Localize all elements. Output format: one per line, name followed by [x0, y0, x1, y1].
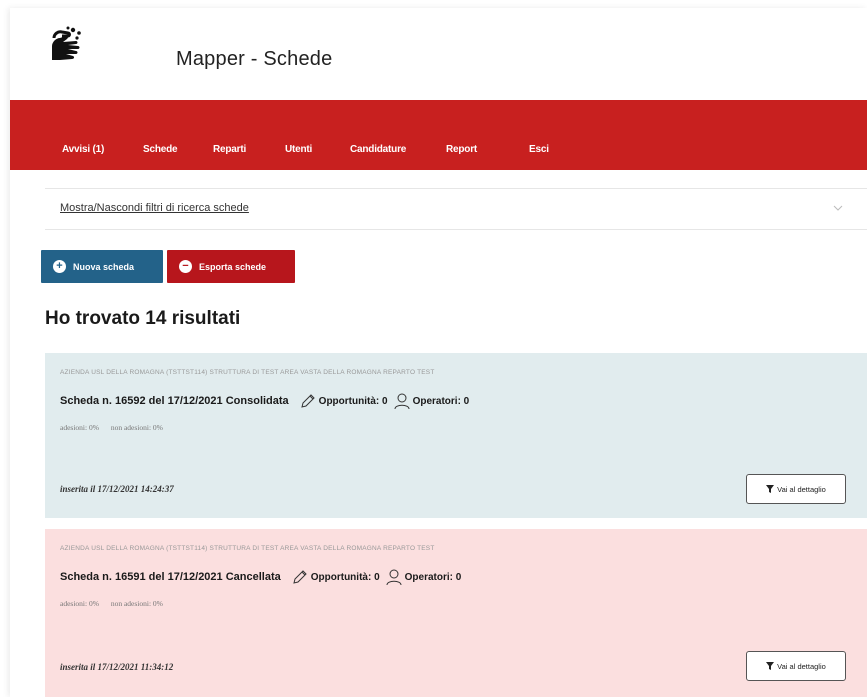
user-icon	[386, 569, 402, 586]
card-inserted-date: inserita il 17/12/2021 14:24:37	[60, 484, 174, 494]
filter-toggle-link[interactable]: Mostra/Nascondi filtri di ricerca schede	[60, 202, 249, 214]
detail-button-label: Vai al dettaglio	[777, 484, 826, 494]
card-inserted-date: inserita il 17/12/2021 11:34:12	[60, 662, 174, 672]
detail-button-label: Vai al dettaglio	[777, 661, 826, 671]
results-title: Ho trovato 14 risultati	[45, 308, 241, 329]
plus-circle-icon: +	[53, 260, 66, 273]
card-operatori: Operatori: 0	[412, 395, 470, 407]
card-stats: adesioni: 0% non adesioni: 0%	[60, 599, 163, 608]
card-structure-path: AZIENDA USL DELLA ROMAGNA (TSTTST114) ST…	[60, 369, 435, 376]
nav-item-esci[interactable]: Esci	[529, 144, 549, 155]
main-nav: Avvisi (1) Schede Reparti Utenti Candida…	[10, 100, 867, 170]
export-schede-button[interactable]: − Esporta schede	[167, 250, 295, 283]
nav-item-utenti[interactable]: Utenti	[285, 144, 312, 155]
nav-item-schede[interactable]: Schede	[143, 144, 178, 155]
detail-button[interactable]: Vai al dettaglio	[746, 651, 846, 681]
nav-item-candidature[interactable]: Candidature	[350, 144, 406, 155]
export-schede-label: Esporta schede	[199, 261, 267, 272]
scheda-card: AZIENDA USL DELLA ROMAGNA (TSTTST114) ST…	[45, 353, 867, 518]
card-header-line: Scheda n. 16592 del 17/12/2021 Consolida…	[60, 391, 469, 411]
new-scheda-button[interactable]: + Nuova scheda	[41, 250, 163, 283]
card-adesioni: adesioni: 0%	[60, 423, 99, 432]
chevron-down-icon[interactable]	[833, 205, 843, 211]
page: Mapper - Schede Avvisi (1) Schede Repart…	[10, 8, 867, 697]
pencil-icon[interactable]	[299, 392, 317, 410]
card-structure-path: AZIENDA USL DELLA ROMAGNA (TSTTST114) ST…	[60, 545, 435, 552]
user-icon	[394, 393, 410, 410]
nav-item-reparti[interactable]: Reparti	[213, 144, 246, 155]
app-title: Mapper - Schede	[176, 48, 333, 70]
card-stats: adesioni: 0% non adesioni: 0%	[60, 423, 163, 432]
header: Mapper - Schede	[10, 8, 867, 100]
nav-item-report[interactable]: Report	[446, 144, 477, 155]
new-scheda-label: Nuova scheda	[73, 261, 135, 272]
hands-sanitize-logo	[52, 26, 81, 60]
card-opportunita: Opportunità: 0	[318, 395, 388, 407]
card-title: Scheda n. 16592 del 17/12/2021 Consolida…	[60, 395, 289, 407]
card-opportunita: Opportunità: 0	[310, 571, 380, 583]
minus-circle-icon: −	[179, 260, 192, 273]
filter-toggle-bar[interactable]: Mostra/Nascondi filtri di ricerca schede	[45, 188, 867, 230]
detail-button[interactable]: Vai al dettaglio	[746, 474, 846, 504]
nav-item-avvisi[interactable]: Avvisi (1)	[62, 144, 104, 155]
pencil-icon[interactable]	[291, 568, 309, 586]
card-adesioni: adesioni: 0%	[60, 599, 99, 608]
card-header-line: Scheda n. 16591 del 17/12/2021 Cancellat…	[60, 567, 461, 587]
card-non-adesioni: non adesioni: 0%	[110, 599, 163, 608]
scheda-card: AZIENDA USL DELLA ROMAGNA (TSTTST114) ST…	[45, 529, 867, 697]
filter-icon	[766, 485, 775, 493]
card-non-adesioni: non adesioni: 0%	[110, 423, 163, 432]
filter-icon	[766, 662, 775, 670]
card-title: Scheda n. 16591 del 17/12/2021 Cancellat…	[60, 571, 281, 583]
card-operatori: Operatori: 0	[404, 571, 462, 583]
